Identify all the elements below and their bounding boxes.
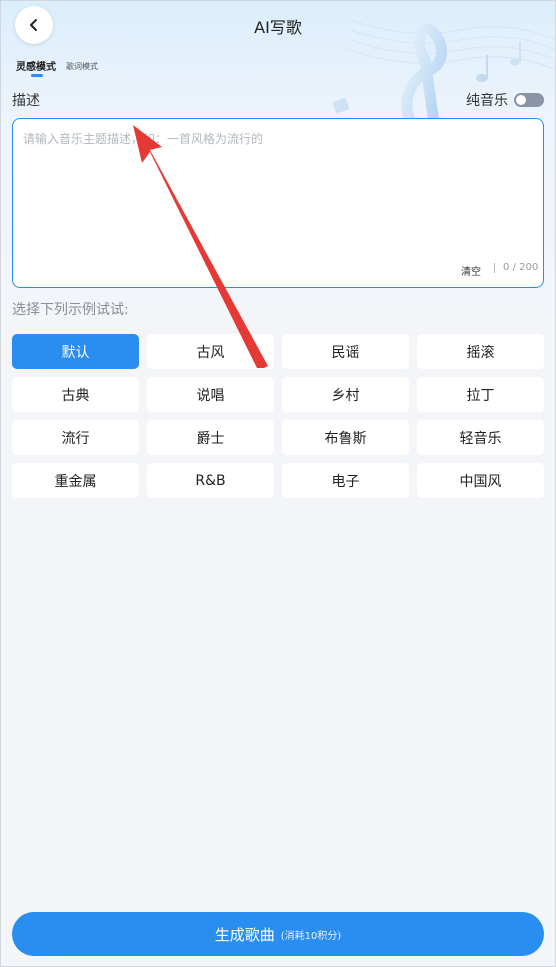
style-chip[interactable]: R&B <box>147 463 274 498</box>
cost-label: (消耗10积分) <box>280 930 342 942</box>
tab-lyrics-mode[interactable]: 歌词模式 <box>66 61 98 72</box>
generate-song-button[interactable]: 生成歌曲 (消耗10积分) <box>12 912 544 956</box>
style-chip[interactable]: 布鲁斯 <box>282 420 409 455</box>
style-chip[interactable]: 电子 <box>282 463 409 498</box>
style-chip[interactable]: 民谣 <box>282 334 409 369</box>
style-chip[interactable]: 乡村 <box>282 377 409 412</box>
active-tab-indicator <box>31 74 43 77</box>
pure-music-toggle[interactable] <box>514 93 544 107</box>
style-chip[interactable]: 重金属 <box>12 463 139 498</box>
style-chip[interactable]: 拉丁 <box>417 377 544 412</box>
page-title: AI写歌 <box>254 18 302 37</box>
description-label: 描述 <box>12 93 40 109</box>
style-chip[interactable]: 中国风 <box>417 463 544 498</box>
toggle-knob <box>516 95 526 105</box>
char-counter: 0 / 200 <box>503 262 539 273</box>
style-chip[interactable]: 古风 <box>147 334 274 369</box>
divider <box>494 263 495 273</box>
style-chip[interactable]: 爵士 <box>147 420 274 455</box>
pure-music-label: 纯音乐 <box>466 93 508 109</box>
example-style-grid: 默认 古风 民谣 摇滚 古典 说唱 乡村 拉丁 流行 爵士 布鲁斯 轻音乐 重金… <box>12 334 544 498</box>
description-input[interactable]: 请输入音乐主题描述，如：一首风格为流行的 清空 0 / 200 <box>12 118 544 288</box>
pure-music-toggle-group: 纯音乐 <box>466 90 544 110</box>
clear-button[interactable]: 清空 <box>461 263 481 278</box>
style-chip-default[interactable]: 默认 <box>12 334 139 369</box>
style-chip[interactable]: 摇滚 <box>417 334 544 369</box>
mode-tabs: 灵感模式 歌词模式 <box>16 58 98 77</box>
style-chip[interactable]: 古典 <box>12 377 139 412</box>
description-placeholder: 请输入音乐主题描述，如：一首风格为流行的 <box>23 132 264 146</box>
tab-label: 灵感模式 <box>16 62 56 73</box>
tab-inspiration-mode[interactable]: 灵感模式 <box>16 58 56 77</box>
generate-label: 生成歌曲 <box>214 925 275 944</box>
examples-label: 选择下列示例试试: <box>12 302 129 318</box>
style-chip[interactable]: 流行 <box>12 420 139 455</box>
style-chip[interactable]: 轻音乐 <box>417 420 544 455</box>
style-chip[interactable]: 说唱 <box>147 377 274 412</box>
